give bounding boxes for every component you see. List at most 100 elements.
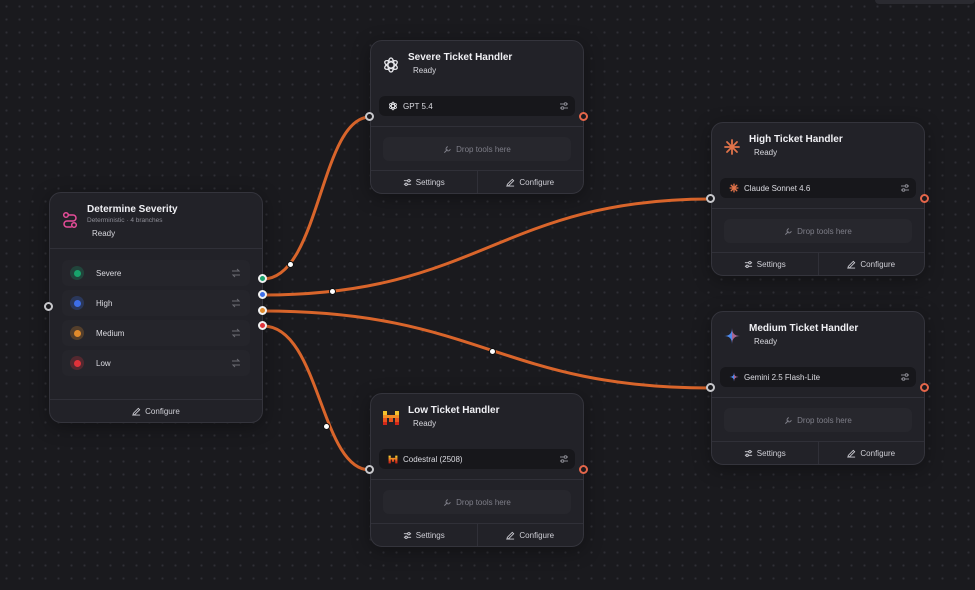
openai-icon	[381, 55, 401, 75]
model-name: Codestral (2508)	[403, 454, 463, 464]
anthropic-icon	[728, 183, 739, 194]
settings-button[interactable]: Settings	[712, 442, 818, 464]
branch-low[interactable]: Low	[62, 350, 250, 376]
drop-zone-label: Drop tools here	[456, 497, 511, 507]
severe-handler-node[interactable]: Severe Ticket Handler Ready GPT 5.4 Drop…	[370, 40, 584, 194]
branch-label: High	[96, 298, 113, 308]
branch-medium[interactable]: Medium	[62, 320, 250, 346]
edge-low-midpoint[interactable]	[323, 423, 330, 430]
model-selector[interactable]: GPT 5.4	[379, 96, 575, 116]
branch-handle-medium[interactable]	[258, 306, 267, 315]
settings-button[interactable]: Settings	[371, 524, 477, 546]
edge-severe-midpoint[interactable]	[287, 261, 294, 268]
branch-color-dot	[73, 299, 81, 307]
wrench-icon	[443, 498, 452, 507]
configure-button[interactable]: Configure	[476, 524, 584, 546]
model-selector[interactable]: Claude Sonnet 4.6	[720, 178, 916, 198]
swap-icon[interactable]	[231, 328, 241, 338]
configure-label: Configure	[519, 530, 555, 540]
edge-low[interactable]	[262, 324, 371, 472]
router-subtitle: Deterministic · 4 branches	[87, 217, 163, 224]
medium-input-handle[interactable]	[706, 383, 715, 392]
handler-status: Ready	[754, 148, 778, 157]
openai-icon	[387, 101, 398, 112]
handler-title: High Ticket Handler	[749, 134, 843, 145]
handler-status: Ready	[413, 419, 437, 428]
high-handler-node[interactable]: High Ticket Handler Ready Claude Sonnet …	[711, 122, 925, 276]
low-input-handle[interactable]	[365, 465, 374, 474]
branch-color-dot	[73, 359, 81, 367]
severe-output-handle[interactable]	[579, 112, 588, 121]
model-name: GPT 5.4	[403, 101, 433, 111]
configure-label: Configure	[145, 406, 180, 416]
router-configure-button[interactable]: Configure	[50, 400, 262, 422]
handler-title: Severe Ticket Handler	[408, 52, 513, 63]
sliders-icon[interactable]	[900, 183, 910, 193]
model-selector[interactable]: Codestral (2508)	[379, 449, 575, 469]
configure-label: Configure	[519, 177, 555, 187]
router-status: Ready	[92, 229, 116, 238]
swap-icon[interactable]	[231, 268, 241, 278]
branch-severe[interactable]: Severe	[62, 260, 250, 286]
swap-icon[interactable]	[231, 358, 241, 368]
swap-icon[interactable]	[231, 298, 241, 308]
edge-medium[interactable]	[262, 309, 712, 390]
configure-button[interactable]: Configure	[817, 253, 925, 275]
branch-label: Severe	[96, 268, 122, 278]
settings-button[interactable]: Settings	[712, 253, 818, 275]
configure-label: Configure	[860, 259, 896, 269]
handler-status: Ready	[754, 337, 778, 346]
sliders-icon[interactable]	[900, 372, 910, 382]
model-selector[interactable]: Gemini 2.5 Flash-Lite	[720, 367, 916, 387]
router-footer: Configure	[50, 399, 262, 422]
router-divider-top	[50, 248, 262, 249]
model-name: Gemini 2.5 Flash-Lite	[744, 372, 821, 382]
handler-title: Low Ticket Handler	[408, 405, 500, 416]
edge-high-midpoint[interactable]	[329, 288, 336, 295]
branch-handle-high[interactable]	[258, 290, 267, 299]
handler-footer: Settings Configure	[371, 523, 583, 546]
sliders-icon	[744, 260, 752, 268]
tools-drop-zone[interactable]: Drop tools here	[383, 490, 571, 514]
edge-medium-midpoint[interactable]	[489, 348, 496, 355]
branch-label: Medium	[96, 328, 125, 338]
branch-handle-severe[interactable]	[258, 274, 267, 283]
wrench-icon	[784, 416, 793, 425]
medium-handler-node[interactable]: Medium Ticket Handler Ready Gemini 2.5 F…	[711, 311, 925, 465]
configure-button[interactable]: Configure	[817, 442, 925, 464]
branch-high[interactable]: High	[62, 290, 250, 316]
pencil-icon	[847, 260, 856, 269]
router-node[interactable]: Determine Severity Deterministic · 4 bra…	[49, 192, 263, 423]
edge-severe[interactable]	[262, 115, 371, 281]
severe-input-handle[interactable]	[365, 112, 374, 121]
drop-zone-label: Drop tools here	[456, 144, 511, 154]
sliders-icon[interactable]	[559, 101, 569, 111]
sliders-icon	[403, 531, 411, 539]
settings-label: Settings	[415, 177, 445, 187]
low-output-handle[interactable]	[579, 465, 588, 474]
edge-high[interactable]	[262, 197, 712, 297]
configure-button[interactable]: Configure	[476, 171, 584, 193]
tools-drop-zone[interactable]: Drop tools here	[724, 408, 912, 432]
medium-output-handle[interactable]	[920, 383, 929, 392]
pencil-icon	[506, 178, 515, 187]
low-handler-node[interactable]: Low Ticket Handler Ready Codestral (2508…	[370, 393, 584, 547]
mistral-icon	[381, 408, 401, 428]
sliders-icon	[744, 449, 752, 457]
branch-handle-low[interactable]	[258, 321, 267, 330]
router-input-handle[interactable]	[44, 302, 53, 311]
configure-label: Configure	[860, 448, 896, 458]
settings-button[interactable]: Settings	[371, 171, 477, 193]
drop-zone-label: Drop tools here	[797, 226, 852, 236]
pencil-icon	[847, 449, 856, 458]
model-name: Claude Sonnet 4.6	[744, 183, 811, 193]
high-input-handle[interactable]	[706, 194, 715, 203]
toolbar-edge	[875, 0, 975, 4]
tools-drop-zone[interactable]: Drop tools here	[383, 137, 571, 161]
tools-drop-zone[interactable]: Drop tools here	[724, 219, 912, 243]
handler-status: Ready	[413, 66, 437, 75]
branch-list: Severe High Medium Low	[62, 260, 250, 380]
sliders-icon[interactable]	[559, 454, 569, 464]
handler-footer: Settings Configure	[371, 170, 583, 193]
high-output-handle[interactable]	[920, 194, 929, 203]
